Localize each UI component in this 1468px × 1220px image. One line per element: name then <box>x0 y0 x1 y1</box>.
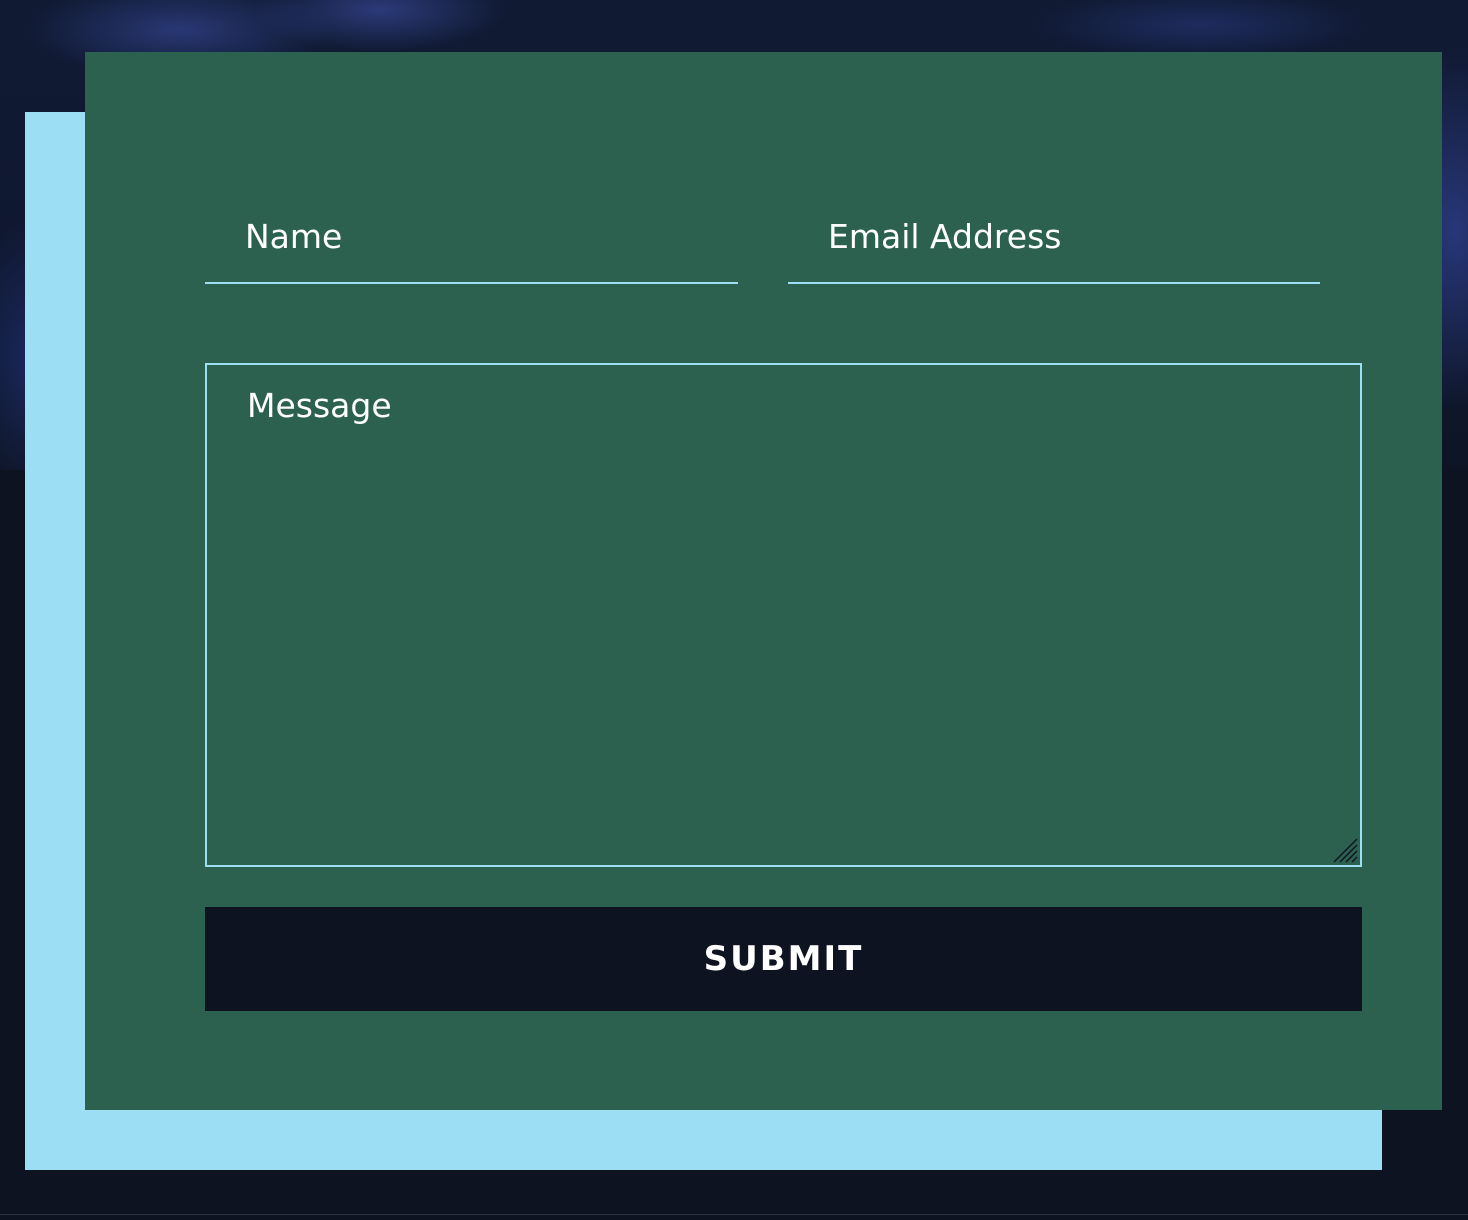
resize-handle-icon[interactable] <box>1332 837 1358 863</box>
name-field[interactable]: Name <box>205 217 738 284</box>
email-field[interactable]: Email Address <box>788 217 1320 284</box>
contact-form: Name Email Address Message SUBMIT <box>85 52 1442 1110</box>
message-textarea[interactable]: Message <box>205 363 1362 867</box>
message-placeholder: Message <box>247 386 392 425</box>
name-placeholder: Name <box>245 217 343 256</box>
divider <box>0 1214 1468 1215</box>
submit-button[interactable]: SUBMIT <box>205 907 1362 1011</box>
email-placeholder: Email Address <box>828 217 1062 256</box>
